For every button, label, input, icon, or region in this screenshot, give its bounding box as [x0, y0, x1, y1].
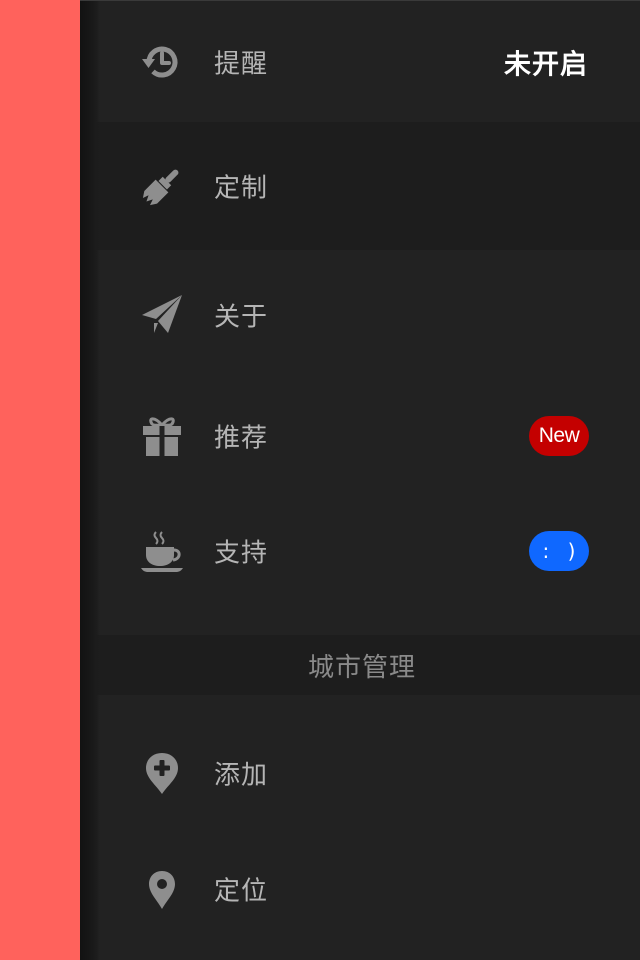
map-pin-icon [140, 867, 184, 911]
reminder-status: 未开启 [504, 49, 588, 80]
menu-item-support[interactable]: 支持 : ) [80, 492, 640, 610]
coffee-icon [140, 529, 184, 573]
menu-item-about[interactable]: 关于 [80, 250, 640, 380]
section-title: 城市管理 [307, 652, 416, 683]
menu-item-label: 关于 [214, 302, 269, 333]
menu-item-label: 添加 [214, 760, 269, 790]
paper-plane-icon [140, 293, 184, 337]
menu-item-add-city[interactable]: 添加 [80, 715, 640, 830]
menu-item-label: 推荐 [214, 423, 269, 454]
smile-badge: : ) [529, 531, 589, 571]
menu-item-recommend[interactable]: 推荐 New [80, 380, 640, 492]
menu-item-locate[interactable]: 定位 [80, 830, 640, 948]
menu-item-label: 提醒 [214, 49, 269, 79]
menu-item-label: 支持 [214, 538, 269, 569]
menu-item-label: 定制 [214, 173, 269, 204]
menu-item-label: 定位 [214, 876, 269, 907]
underlying-page-edge[interactable] [0, 0, 80, 960]
app-screen: 提醒 未开启 定制 关于 推荐 New 支持:) 城市管理 添加 定位 [0, 0, 640, 960]
top-divider [80, 0, 640, 1]
menu-item-reminder[interactable]: 提醒 未开启 [80, 1, 640, 122]
menu-item-customize[interactable]: 定制 [80, 122, 640, 250]
brush-icon [140, 164, 184, 208]
gift-icon [140, 414, 184, 458]
section-header-city-management: 城市管理 [80, 635, 640, 695]
map-pin-add-icon [140, 751, 184, 795]
new-badge: New [529, 416, 589, 456]
history-icon [140, 40, 184, 84]
